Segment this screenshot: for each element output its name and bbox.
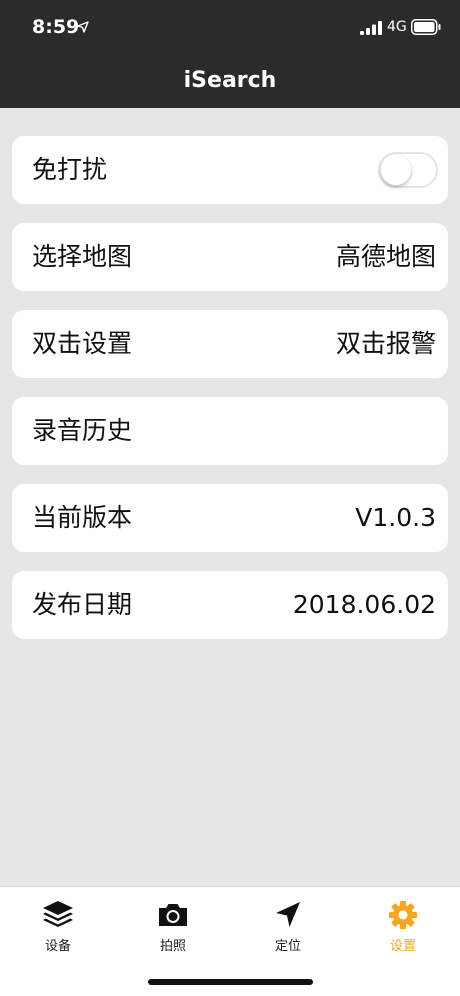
tab-settings[interactable]: 设置: [363, 899, 443, 955]
location-services-icon: [77, 21, 89, 33]
map-select-value: 高德地图: [335, 242, 436, 271]
status-bar: 8:59 4G: [0, 0, 460, 56]
tab-locate[interactable]: 定位: [248, 899, 328, 955]
release-date-row: 发布日期 2018.06.02: [12, 571, 448, 639]
recording-history-row[interactable]: 录音历史: [12, 397, 448, 465]
do-not-disturb-label: 免打扰: [32, 155, 108, 184]
page-title: iSearch: [183, 68, 277, 93]
current-version-label: 当前版本: [32, 503, 133, 532]
status-time: 8:59: [32, 16, 80, 38]
double-tap-value: 双击报警: [335, 329, 436, 358]
settings-list: 免打扰 选择地图 高德地图 双击设置 双击报警 录音历史 当前版本 V1.0.3…: [12, 136, 448, 658]
tab-camera[interactable]: 拍照: [133, 899, 213, 955]
battery-icon: [411, 19, 441, 35]
double-tap-label: 双击设置: [32, 329, 133, 358]
cellular-signal-icon: [360, 21, 382, 35]
location-arrow-icon: [276, 902, 300, 927]
camera-icon: [159, 904, 187, 926]
map-select-row[interactable]: 选择地图 高德地图: [12, 223, 448, 291]
tab-label: 设备: [44, 939, 71, 954]
release-date-label: 发布日期: [32, 590, 133, 619]
header: 8:59 4G iSearch: [0, 0, 460, 108]
release-date-value: 2018.06.02: [292, 590, 436, 619]
home-indicator[interactable]: [148, 979, 313, 985]
map-select-label: 选择地图: [32, 242, 133, 271]
tab-devices[interactable]: 设备: [18, 899, 98, 955]
tab-label: 设置: [389, 939, 416, 954]
network-type: 4G: [387, 19, 407, 35]
do-not-disturb-toggle[interactable]: [378, 152, 438, 188]
toggle-knob: [381, 155, 411, 185]
current-version-value: V1.0.3: [355, 503, 436, 532]
gear-icon: [389, 901, 417, 929]
tab-label: 拍照: [159, 939, 186, 954]
double-tap-row[interactable]: 双击设置 双击报警: [12, 310, 448, 378]
tab-label: 定位: [274, 939, 301, 954]
layers-icon: [43, 901, 73, 927]
current-version-row: 当前版本 V1.0.3: [12, 484, 448, 552]
do-not-disturb-row: 免打扰: [12, 136, 448, 204]
recording-history-label: 录音历史: [32, 416, 133, 445]
